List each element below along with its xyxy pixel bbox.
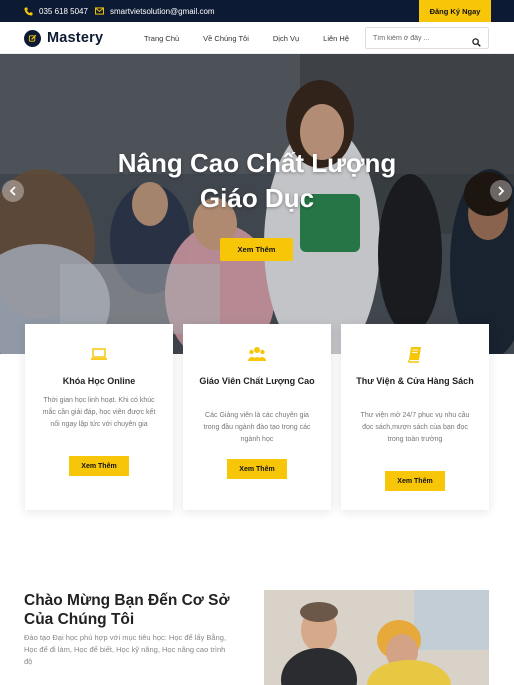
card-description: Thư viện mở 24/7 phục vụ nhu cầu đọc sác… (360, 412, 470, 443)
main-navbar: Mastery Trang Chủ Về Chúng Tôi Dịch Vụ L… (0, 22, 514, 54)
users-icon (247, 344, 267, 364)
nav-menu: Trang Chủ Về Chúng Tôi Dịch Vụ Liên Hệ (144, 22, 349, 54)
card-title: Khóa Học Online (62, 376, 136, 386)
nav-link-about[interactable]: Về Chúng Tôi (203, 34, 249, 43)
card-title: Thư Viện & Cửa Hàng Sách (356, 376, 474, 386)
email-address: smartvietsolution@gmail.com (110, 6, 215, 16)
card-description: Các Giảng viên là các chuyên gia trong đ… (203, 412, 311, 443)
top-bar: 035 618 5047 smartvietsolution@gmail.com… (0, 0, 514, 22)
hero-title-line-1: Nâng Cao Chất Lượng (117, 148, 397, 178)
welcome-description: Đào tạo Đại học phù hợp với mục tiêu học… (24, 633, 227, 666)
site-logo[interactable]: Mastery (24, 28, 103, 48)
search-input[interactable] (366, 29, 466, 47)
email-contact[interactable]: smartvietsolution@gmail.com (95, 0, 215, 22)
phone-icon (24, 6, 33, 16)
hero-cta-button[interactable]: Xem Thêm (220, 238, 293, 261)
hero-title-line-2: Giáo Dục (199, 183, 315, 213)
phone-contact[interactable]: 035 618 5047 (24, 0, 88, 22)
envelope-icon (95, 7, 104, 16)
welcome-photo (264, 590, 489, 685)
hero-banner: Nâng Cao Chất Lượng Giáo Dục Xem Thêm (0, 54, 514, 354)
card-title: Giáo Viên Chất Lượng Cao (199, 376, 315, 386)
book-icon (405, 344, 425, 364)
register-button[interactable]: Đăng Ký Ngay (419, 0, 491, 22)
nav-link-services[interactable]: Dịch Vụ (273, 34, 299, 43)
feature-card-library: Thư Viện & Cửa Hàng Sách Thư viện mở 24/… (341, 324, 489, 510)
card-more-button[interactable]: Xem Thêm (385, 471, 445, 491)
card-description: Thời gian học linh hoạt. Khi có khúc mắc… (42, 397, 156, 428)
nav-link-home[interactable]: Trang Chủ (144, 34, 179, 43)
chevron-right-icon (498, 186, 505, 196)
hero-title: Nâng Cao Chất Lượng Giáo Dục (0, 146, 514, 216)
carousel-prev-button[interactable] (2, 180, 24, 202)
logo-text: Mastery (47, 30, 104, 46)
laptop-icon (89, 344, 109, 364)
welcome-title: Chào Mừng Bạn Đến Cơ Sở Của Chúng Tôi (24, 592, 230, 628)
phone-number: 035 618 5047 (39, 6, 88, 16)
pencil-icon (24, 29, 41, 47)
feature-card-teachers: Giáo Viên Chất Lượng Cao Các Giảng viên … (183, 324, 331, 510)
chevron-left-icon (9, 186, 16, 196)
feature-card-online-course: Khóa Học Online Thời gian học linh hoạt.… (25, 324, 173, 510)
search-box (365, 27, 489, 49)
nav-link-contact[interactable]: Liên Hệ (323, 34, 349, 43)
carousel-next-button[interactable] (490, 180, 512, 202)
card-more-button[interactable]: Xem Thêm (69, 456, 129, 476)
card-more-button[interactable]: Xem Thêm (227, 459, 287, 479)
search-icon[interactable] (472, 34, 481, 47)
